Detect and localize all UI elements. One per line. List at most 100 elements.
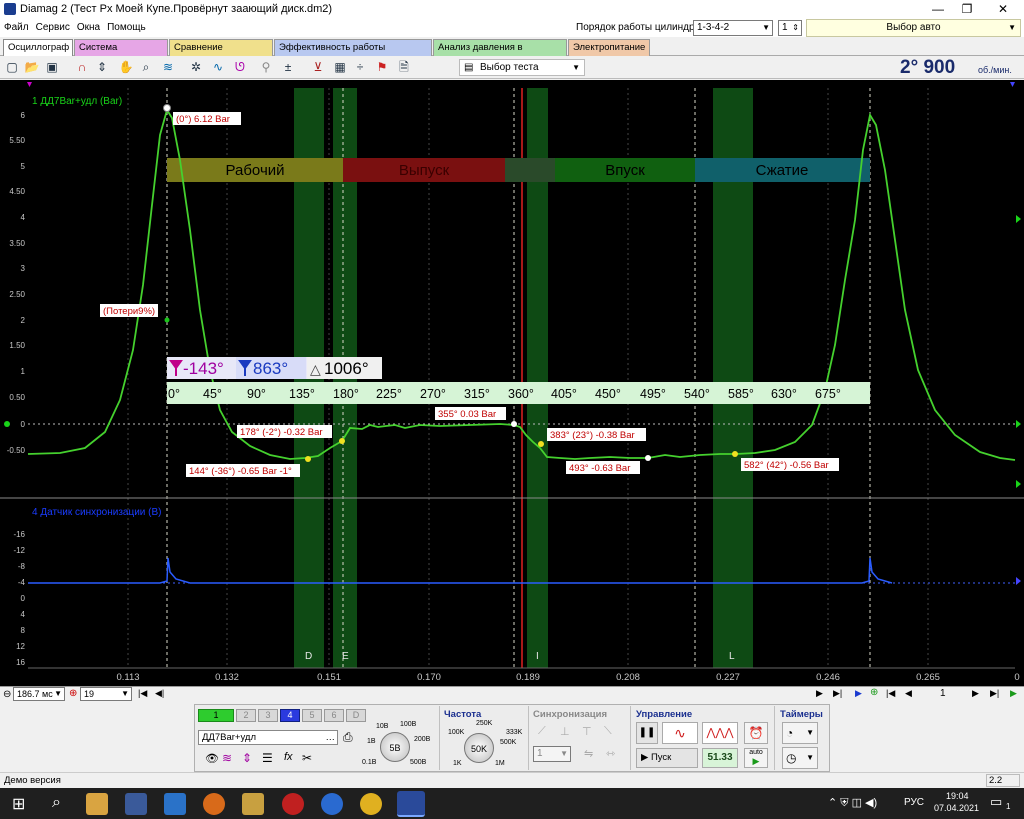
frequency-knob[interactable]: 50K xyxy=(464,733,494,763)
tray-icons[interactable]: ⌃ ⛨ ◫ ◀) xyxy=(828,796,877,810)
pause-button[interactable]: ❚❚ xyxy=(636,722,658,744)
back-icon[interactable]: ◀ xyxy=(905,688,912,699)
marker-icon[interactable]: ⚑ xyxy=(374,59,390,75)
channel-name-input[interactable]: ДД7Bar+удл… xyxy=(198,730,338,745)
taskbar: ⊞ ⌕ ⌃ ⛨ ◫ ◀) РУС 19:04 07.04.2021 ▭ 1 xyxy=(0,788,1024,819)
wave-filter-icon[interactable]: ≋ xyxy=(160,59,176,75)
open-folder-icon[interactable]: 📂 xyxy=(24,59,40,75)
search-icon[interactable]: ⌕ xyxy=(52,794,61,812)
auto-select[interactable]: Выбор авто ▼ xyxy=(806,19,1021,37)
pulse-button[interactable]: ⋀⋀⋀ xyxy=(702,722,738,744)
menu-service[interactable]: Сервис xyxy=(36,22,70,33)
filter-icon[interactable]: ⊻ xyxy=(310,59,326,75)
paint-icon[interactable] xyxy=(242,793,264,815)
media-icon[interactable] xyxy=(203,793,225,815)
sync-pos-icon[interactable]: ⇋ xyxy=(584,747,593,760)
next-frame-icon[interactable]: ▶| xyxy=(833,688,842,699)
first-page-icon[interactable]: |◀ xyxy=(138,688,147,699)
forward-icon[interactable]: ▶ xyxy=(972,688,979,699)
table-icon[interactable]: ▦ xyxy=(332,59,348,75)
c-app-icon[interactable] xyxy=(321,793,343,815)
play-icon[interactable]: ▶ xyxy=(816,688,823,699)
oscilloscope-area[interactable]: Рабочий Выпуск Впуск Сжатие (0°) 6.12 Ba… xyxy=(0,80,1024,686)
diamag-taskbar-icon[interactable] xyxy=(397,791,425,817)
cursor-delta: 1006° xyxy=(324,359,369,378)
overlay-icon[interactable]: ᘎ xyxy=(232,59,248,75)
auto-button[interactable]: auto ▶ xyxy=(744,748,768,768)
channel-button-6[interactable]: 6 xyxy=(324,709,344,722)
language-indicator[interactable]: РУС xyxy=(904,797,924,808)
sync-fall-icon[interactable]: ⊤ xyxy=(582,725,592,738)
sync-rise-icon[interactable]: ⟋ xyxy=(538,725,546,738)
record-icon[interactable]: ⊕ xyxy=(870,687,878,698)
zero-icon[interactable]: ± xyxy=(280,59,296,75)
end-icon[interactable]: ▶| xyxy=(990,688,999,699)
sine-button[interactable]: ∿ xyxy=(662,722,698,744)
tab-oscilloscope[interactable]: Осциллограф xyxy=(3,39,73,56)
zoom-out-icon[interactable]: ⊖ xyxy=(3,689,11,700)
time-div-select[interactable]: 186.7 мс ▼ xyxy=(13,687,65,701)
timer-b-button[interactable]: ◷ ▼ xyxy=(782,747,818,769)
tab-ignition[interactable]: Система зажигания xyxy=(74,39,168,69)
menu-file[interactable]: Файл xyxy=(4,22,29,33)
save-icon[interactable]: ▣ xyxy=(44,59,60,75)
hand-icon[interactable]: ✋ xyxy=(118,59,134,75)
lines-icon[interactable]: ☰ xyxy=(262,751,273,765)
maximize-button[interactable]: ❐ xyxy=(950,0,984,18)
channel-button-3[interactable]: 3 xyxy=(258,709,278,722)
channel-button-5[interactable]: 5 xyxy=(302,709,322,722)
run-icon[interactable]: ▶ xyxy=(1010,688,1017,699)
windows-start-icon[interactable]: ⊞ xyxy=(12,794,25,814)
close-button[interactable]: ✕ xyxy=(986,0,1020,18)
signal-icon[interactable]: ≋ xyxy=(222,751,232,765)
game-icon[interactable] xyxy=(282,793,304,815)
menu-windows[interactable]: Окна xyxy=(77,22,100,33)
measure-icon[interactable]: ⇕ xyxy=(94,59,110,75)
tab-power-supply[interactable]: Электропитание xyxy=(568,39,650,56)
play-blue-icon[interactable]: ▶ xyxy=(855,688,862,699)
function-icon[interactable]: fx xyxy=(284,751,293,763)
channel-button-1[interactable]: 1 xyxy=(198,709,234,722)
tab-cylinder-compare[interactable]: Сравнение цилиндров xyxy=(169,39,273,69)
sync-level-icon[interactable]: ⟍ xyxy=(604,725,612,738)
test-select[interactable]: ▤ Выбор теста ▼ xyxy=(459,59,585,76)
channel-select[interactable]: 19 ▼ xyxy=(80,687,132,701)
x-tick: 0.170 xyxy=(417,672,441,683)
tab-cylinder-efficiency[interactable]: Эффективность работы цилиндров xyxy=(274,39,432,69)
prev-page-icon[interactable]: ◀| xyxy=(155,688,164,699)
cylinder-order-select[interactable]: 1-3-4-2 ▼ xyxy=(693,20,773,36)
scissors-icon[interactable]: ✂ xyxy=(302,751,312,765)
tab-pressure-analysis[interactable]: Анализ давления в цилиндре xyxy=(433,39,567,69)
new-file-icon[interactable]: ▢ xyxy=(4,59,20,75)
status-bar: Демо версия 2.2 xyxy=(0,772,1024,788)
vertical-shift-icon[interactable]: ⇕ xyxy=(242,751,252,765)
channel-button-2[interactable]: 2 xyxy=(236,709,256,722)
cylinder-number-spin[interactable]: 1 ⇕ xyxy=(778,20,802,36)
timer-a-button[interactable]: ◔ ▼ xyxy=(782,722,818,744)
notification-icon[interactable]: ▭ xyxy=(990,794,1002,810)
channel-button-4[interactable]: 4 xyxy=(280,709,300,722)
explorer-icon[interactable] xyxy=(86,793,108,815)
target-icon[interactable]: ⊕ xyxy=(69,688,77,699)
zoom-icon[interactable]: ⌕ xyxy=(138,59,154,75)
chrome-icon[interactable] xyxy=(360,793,382,815)
app-window-icon[interactable] xyxy=(125,793,147,815)
spectrum-icon[interactable]: ∿ xyxy=(210,59,226,75)
sync-channel-select[interactable]: 1 ▼ xyxy=(533,746,571,762)
eye-icon[interactable]: 👁 xyxy=(205,752,219,765)
start-button[interactable]: ▶ Пуск xyxy=(636,748,698,768)
menu-help[interactable]: Помощь xyxy=(107,22,146,33)
sync-edge-icon[interactable]: ⊥ xyxy=(560,725,570,738)
probe-icon[interactable]: ⚲ xyxy=(258,59,274,75)
channel-button-digital[interactable]: D xyxy=(346,709,366,722)
rewind-icon[interactable]: |◀ xyxy=(886,688,895,699)
volt-knob[interactable]: 5В xyxy=(380,732,410,762)
notes-icon[interactable]: 🗎 xyxy=(396,59,412,75)
timer-button[interactable]: ⏰ xyxy=(744,722,768,744)
cursor-tool-icon[interactable]: ∩ xyxy=(74,59,90,75)
download-icon[interactable] xyxy=(164,793,186,815)
print-channel-icon[interactable]: ⎙ xyxy=(343,730,353,745)
math-icon[interactable]: ✲ xyxy=(188,59,204,75)
sync-move-icon[interactable]: ⇿ xyxy=(606,747,615,760)
split-icon[interactable]: ÷ xyxy=(352,59,368,75)
